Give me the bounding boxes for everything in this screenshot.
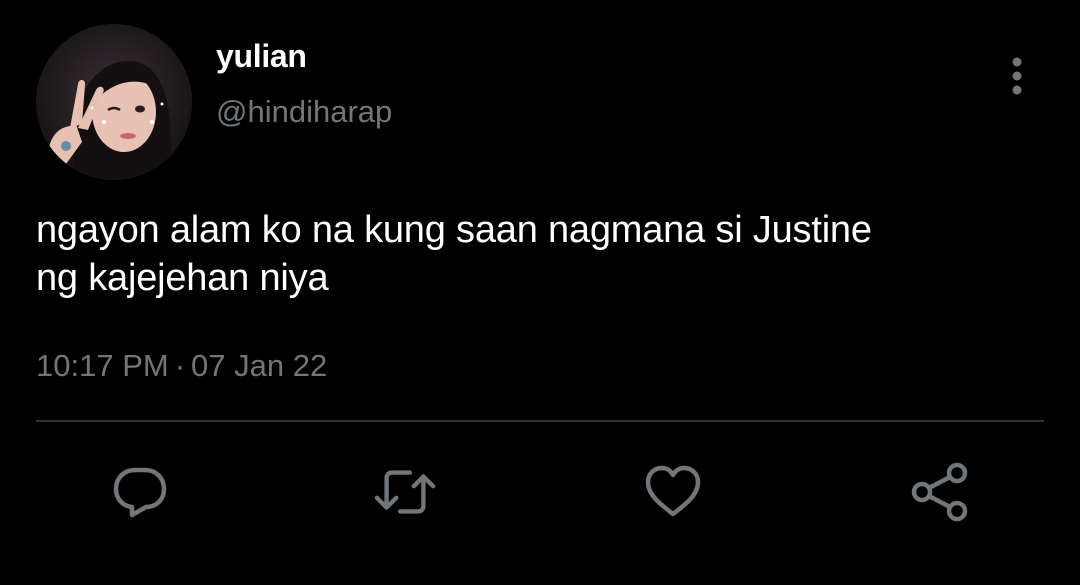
- retweet-button[interactable]: [373, 460, 437, 524]
- share-button[interactable]: [908, 460, 972, 524]
- share-icon: [911, 462, 968, 522]
- meta-separator: ·: [174, 348, 186, 383]
- divider: [36, 420, 1044, 422]
- tweet-timestamp[interactable]: 10:17 PM · 07 Jan 22: [36, 346, 327, 386]
- tweet-time: 10:17 PM: [36, 348, 169, 383]
- reply-button[interactable]: [108, 460, 172, 524]
- more-vertical-icon: [1012, 57, 1022, 95]
- tweet-text: ngayon alam ko na kung saan nagmana si J…: [36, 206, 1036, 302]
- author-handle[interactable]: @hindiharap: [216, 92, 392, 132]
- avatar-image: [36, 24, 192, 180]
- tweet-text-line: ngayon alam ko na kung saan nagmana si J…: [36, 209, 872, 251]
- author-display-name[interactable]: yulian: [216, 36, 307, 76]
- like-button[interactable]: [641, 460, 705, 524]
- reply-icon: [113, 467, 167, 518]
- avatar[interactable]: [36, 24, 192, 180]
- tweet-text-line: ng kajejehan niya: [36, 257, 329, 299]
- retweet-icon: [374, 470, 436, 514]
- tweet-date: 07 Jan 22: [191, 348, 328, 383]
- more-options-button[interactable]: [1000, 54, 1034, 98]
- heart-icon: [645, 465, 701, 517]
